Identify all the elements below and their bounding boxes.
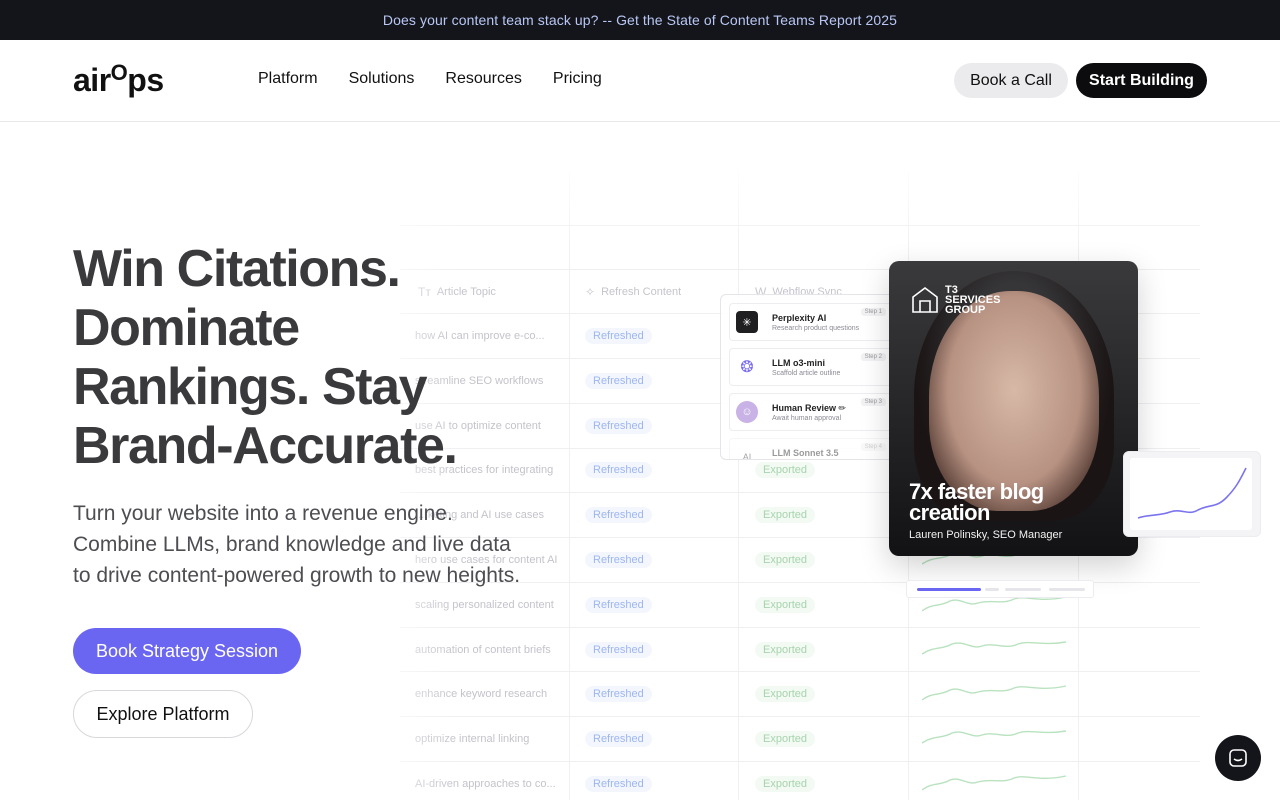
table-divider [738,170,739,800]
workflow-step-name: LLM o3-mini [772,358,825,368]
fade-overlay [380,160,1280,250]
carousel-dot[interactable] [1005,588,1041,591]
workflow-steps-card: ✳ Perplexity AI Research product questio… [720,294,900,460]
workflow-step-desc: Scaffold article outline [772,370,841,377]
logo-text-main: air [73,62,111,98]
status-badge-refreshed: Refreshed [585,417,652,434]
status-badge-exported: Exported [755,686,816,703]
table-divider [400,671,1200,672]
workflow-step-desc: Await human approval [772,415,842,422]
announcement-link[interactable]: Does your content team stack up? -- Get … [383,12,897,28]
status-badge-exported: Exported [755,596,816,613]
table-divider [400,627,1200,628]
testimonial-card[interactable]: T3 SERVICES GROUP 7x faster blog creatio… [889,261,1138,556]
workflow-step-desc: Research product questions [772,325,860,332]
status-badge-refreshed: Refreshed [585,776,652,792]
sparkline [922,730,1067,744]
hero-subtitle: Turn your website into a revenue engine.… [73,498,593,591]
reviewer-avatar-icon: ☺ [736,401,758,423]
workflow-step-tag: Step 4 [860,443,886,451]
growth-line-icon [1137,467,1247,519]
workflow-step-name: LLM Sonnet 3.5 [772,448,839,458]
growth-chart [1130,458,1252,530]
book-strategy-session-button[interactable]: Book Strategy Session [73,628,301,674]
hero-title: Win Citations. Dominate Rankings. Stay B… [73,240,543,476]
hero-title-line: Brand-Accurate. [73,417,458,475]
carousel-pagination [906,580,1094,598]
status-badge-refreshed: Refreshed [585,462,652,479]
status-badge-exported: Exported [755,552,816,568]
house-logo-icon [912,287,938,313]
openai-icon: ❂ [736,356,758,378]
testimonial-headline: 7x faster blog creation [909,479,1044,525]
carousel-dot[interactable] [917,588,981,591]
status-badge-exported: Exported [755,507,816,524]
explore-platform-button[interactable]: Explore Platform [73,690,253,738]
hero-title-line: Win Citations. [73,240,401,298]
book-call-button[interactable]: Book a Call [954,63,1068,98]
table-divider [569,170,570,800]
announcement-bar: Does your content team stack up? -- Get … [0,0,1280,40]
testimonial-person: Lauren Polinsky, SEO Manager [909,529,1063,541]
growth-chart-card [1123,451,1261,537]
status-badge-refreshed: Refreshed [585,731,652,748]
status-badge-refreshed: Refreshed [585,552,652,568]
logo-text-o: O [110,60,128,85]
workflow-step: AI LLM Sonnet 3.5 Step 4 [729,438,893,459]
status-badge-refreshed: Refreshed [585,372,652,389]
status-badge-exported: Exported [755,776,816,792]
chat-launcher-button[interactable] [1215,735,1261,781]
portrait-face [929,291,1099,511]
perplexity-icon: ✳ [736,311,758,333]
hero-subtitle-line: Turn your website into a revenue engine. [73,502,453,525]
nav-item-pricing[interactable]: Pricing [553,70,602,88]
t3-services-group-logo: T3 SERVICES GROUP [911,285,1000,316]
nav-item-resources[interactable]: Resources [445,70,521,88]
carousel-dot[interactable] [1049,588,1085,591]
workflow-step-tag: Step 1 [860,308,886,316]
workflow-step-name: Perplexity AI [772,313,827,323]
workflow-step: ❂ LLM o3-mini Scaffold article outline S… [729,348,893,386]
table-divider [400,761,1200,762]
company-name-line: GROUP [945,304,986,316]
workflow-step-name: Human Review ✏ [772,403,847,413]
workflow-step-tag: Step 3 [860,398,886,406]
sparkline [922,640,1067,655]
status-badge-exported: Exported [755,462,816,479]
airops-logo[interactable]: air Ops [73,60,164,99]
status-badge-refreshed: Refreshed [585,596,652,613]
anthropic-icon: AI [736,446,758,459]
carousel-dot[interactable] [985,588,999,591]
main-menu: Platform Solutions Resources Pricing [258,70,602,88]
table-divider [400,716,1200,717]
column-header-label: Refresh Content [601,286,682,298]
logo-text-end: ps [127,62,164,98]
top-navigation: air Ops Platform Solutions Resources Pric… [0,40,1280,122]
hero-title-line: Rankings. Stay [73,358,428,416]
status-badge-exported: Exported [755,641,816,658]
workflow-step: ✳ Perplexity AI Research product questio… [729,303,893,341]
hero-subtitle-line: Combine LLMs, brand knowledge and live d… [73,533,511,556]
hero-title-line: Dominate [73,299,300,357]
status-badge-refreshed: Refreshed [585,507,652,524]
status-badge-refreshed: Refreshed [585,328,652,344]
sparkle-icon: ✧ [585,285,596,299]
status-badge-refreshed: Refreshed [585,641,652,658]
column-header-refresh: ✧ Refresh Content [585,285,681,299]
chat-icon [1229,749,1247,767]
sparkline [922,775,1067,791]
workflow-step: ☺ Human Review ✏ Await human approval St… [729,393,893,431]
hero-subtitle-line: to drive content-powered growth to new h… [73,564,521,587]
status-badge-refreshed: Refreshed [585,686,652,703]
nav-item-solutions[interactable]: Solutions [349,70,415,88]
nav-item-platform[interactable]: Platform [258,70,318,88]
start-building-button[interactable]: Start Building [1076,63,1207,98]
sparkline [922,685,1067,701]
status-badge-exported: Exported [755,731,816,748]
workflow-step-tag: Step 2 [860,353,886,361]
